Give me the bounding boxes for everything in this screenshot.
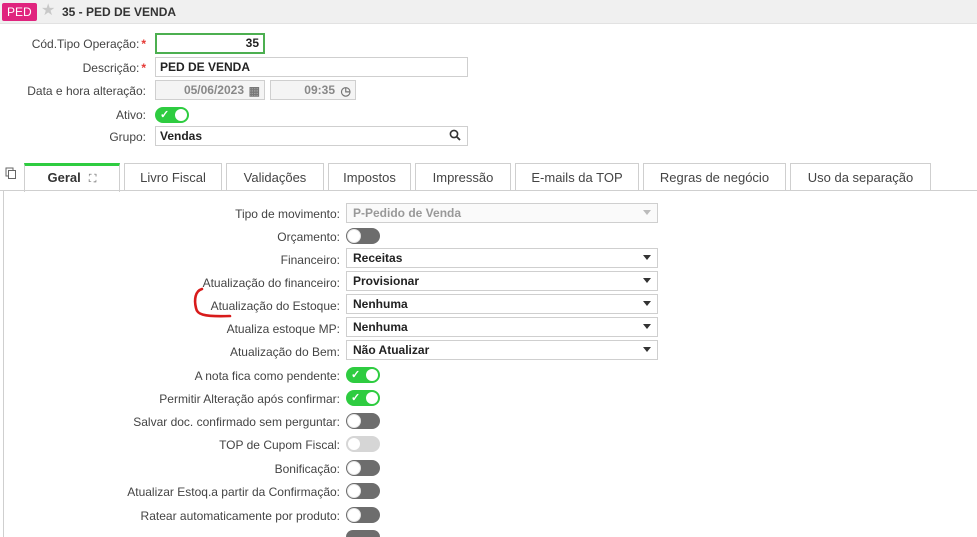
- tab-label: Regras de negócio: [659, 170, 770, 185]
- descricao-label: Descrição: *: [82, 61, 146, 75]
- atualizacao-estoque-value: Nenhuma: [353, 297, 408, 311]
- atualizacao-estoque-select[interactable]: Nenhuma: [346, 294, 658, 314]
- tab-uso-separacao[interactable]: Uso da separação: [790, 163, 931, 191]
- partial-toggle[interactable]: [346, 530, 380, 537]
- bonificacao-toggle[interactable]: [346, 460, 380, 476]
- atualizacao-bem-value: Não Atualizar: [353, 343, 430, 357]
- grupo-label: Grupo:: [109, 130, 146, 144]
- tab-label: Impostos: [343, 170, 396, 185]
- atualizacao-financeiro-select[interactable]: Provisionar: [346, 271, 658, 291]
- datahora-label: Data e hora alteração:: [27, 84, 146, 98]
- tab-validacoes[interactable]: Validações: [226, 163, 324, 191]
- chevron-down-icon[interactable]: [643, 347, 651, 352]
- permitir-alteracao-label: Permitir Alteração após confirmar:: [159, 392, 340, 406]
- chevron-down-icon[interactable]: [643, 278, 651, 283]
- annotation-mark: [193, 287, 232, 318]
- top-cupom-label: TOP de Cupom Fiscal:: [219, 438, 340, 452]
- tipo-movimento-label: Tipo de movimento:: [235, 207, 340, 221]
- atualizacao-financeiro-value: Provisionar: [353, 274, 420, 288]
- ratear-toggle[interactable]: [346, 507, 380, 523]
- check-icon: ✓: [351, 369, 361, 381]
- tab-regras-negocio[interactable]: Regras de negócio: [643, 163, 786, 191]
- tab-label: Livro Fiscal: [140, 170, 206, 185]
- atualizar-estoq-label: Atualizar Estoq.a partir da Confirmação:: [127, 485, 340, 499]
- chevron-down-icon[interactable]: [643, 301, 651, 306]
- tipo-movimento-select: P-Pedido de Venda: [346, 203, 658, 223]
- tab-label: Validações: [243, 170, 307, 185]
- chevron-down-icon[interactable]: [643, 324, 651, 329]
- orcamento-toggle[interactable]: [346, 228, 380, 244]
- hora-value: 09:35: [304, 83, 335, 97]
- ativo-label: Ativo:: [115, 108, 146, 122]
- atualiza-estoque-mp-value: Nenhuma: [353, 320, 408, 334]
- data-alteracao-field: 05/06/2023 ▦: [155, 80, 265, 100]
- financeiro-label: Financeiro:: [280, 253, 340, 267]
- tabs-divider: [0, 190, 977, 191]
- top-bar: PED ★ 35 - PED DE VENDA: [0, 0, 977, 24]
- type-badge: PED: [2, 3, 37, 21]
- atualizacao-bem-select[interactable]: Não Atualizar: [346, 340, 658, 360]
- atualizacao-bem-label: Atualização do Bem:: [229, 345, 340, 359]
- atualizar-estoq-toggle[interactable]: [346, 483, 380, 499]
- tab-geral[interactable]: Geral ⛶: [24, 163, 120, 192]
- check-icon: ✓: [351, 392, 361, 404]
- expand-icon[interactable]: ⛶: [89, 168, 97, 191]
- tab-emails-top[interactable]: E-mails da TOP: [515, 163, 639, 191]
- ativo-toggle[interactable]: ✓: [155, 107, 189, 123]
- tab-label: Geral: [47, 170, 81, 185]
- tipo-movimento-value: P-Pedido de Venda: [353, 206, 462, 220]
- ratear-label: Ratear automaticamente por produto:: [140, 509, 340, 523]
- atualizacao-financeiro-label: Atualização do financeiro:: [202, 276, 340, 290]
- top-cupom-toggle: [346, 436, 380, 452]
- tab-impostos[interactable]: Impostos: [328, 163, 411, 191]
- atualizacao-estoque-label: Atualização do Estoque:: [210, 299, 340, 313]
- data-value: 05/06/2023: [183, 83, 244, 97]
- financeiro-select[interactable]: Receitas: [346, 248, 658, 268]
- financeiro-value: Receitas: [353, 251, 403, 265]
- atualiza-estoque-mp-select[interactable]: Nenhuma: [346, 317, 658, 337]
- search-icon[interactable]: [449, 129, 461, 141]
- salvar-doc-toggle[interactable]: [346, 413, 380, 429]
- grupo-input[interactable]: Vendas: [155, 126, 468, 146]
- chevron-down-icon[interactable]: [643, 255, 651, 260]
- tab-label: Impressão: [432, 170, 494, 185]
- grupo-value: Vendas: [160, 129, 203, 143]
- chevron-down-icon: [643, 210, 651, 215]
- orcamento-label: Orçamento:: [277, 230, 340, 244]
- salvar-doc-label: Salvar doc. confirmado sem perguntar:: [133, 415, 340, 429]
- tab-label: Uso da separação: [807, 170, 914, 185]
- calendar-icon[interactable]: ▦: [249, 82, 260, 100]
- bonificacao-label: Bonificação:: [274, 462, 340, 476]
- tab-impressao[interactable]: Impressão: [415, 163, 511, 191]
- hora-alteracao-field: 09:35 ◷: [270, 80, 356, 100]
- page-title: 35 - PED DE VENDA: [62, 5, 177, 19]
- check-icon: ✓: [160, 109, 170, 121]
- nota-pendente-toggle[interactable]: ✓: [346, 367, 380, 383]
- descricao-input[interactable]: PED DE VENDA: [155, 57, 468, 77]
- star-icon[interactable]: ★: [41, 3, 57, 19]
- atualiza-estoque-mp-label: Atualiza estoque MP:: [226, 322, 340, 336]
- nota-pendente-label: A nota fica como pendente:: [194, 369, 340, 383]
- permitir-alteracao-toggle[interactable]: ✓: [346, 390, 380, 406]
- cod-tipo-operacao-input[interactable]: 35: [155, 33, 265, 54]
- cod-label: Cód.Tipo Operação: *: [31, 37, 146, 51]
- copy-icon[interactable]: [5, 167, 17, 179]
- tab-label: E-mails da TOP: [531, 170, 623, 185]
- tab-livro-fiscal[interactable]: Livro Fiscal: [124, 163, 222, 191]
- clock-icon[interactable]: ◷: [341, 82, 351, 100]
